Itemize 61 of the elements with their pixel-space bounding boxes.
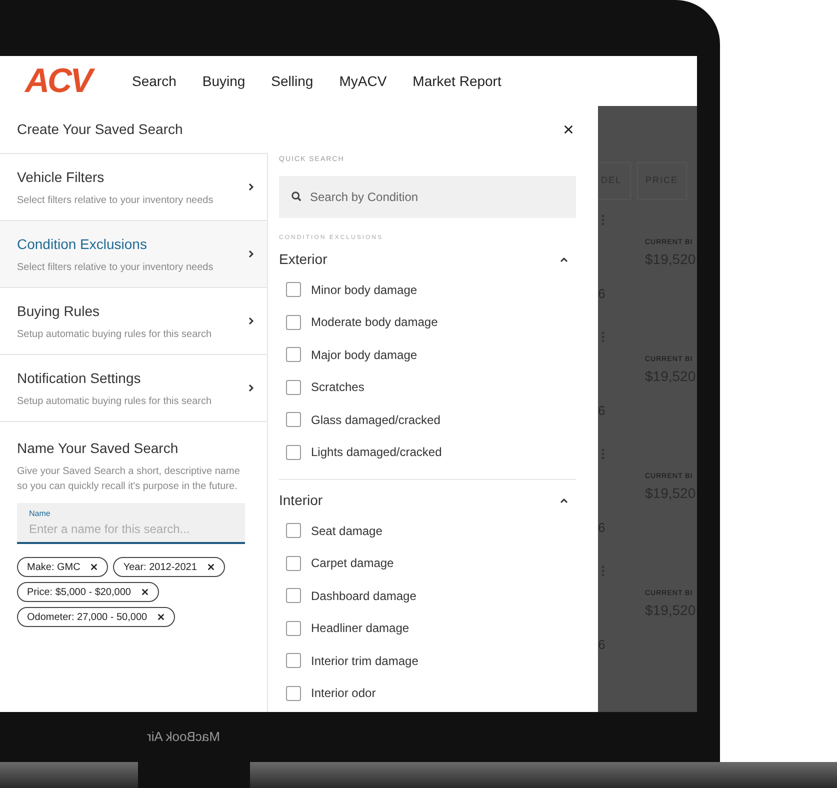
checkbox-label: Glass damaged/cracked — [311, 412, 440, 429]
nav-link[interactable]: Selling — [271, 70, 314, 92]
checkbox[interactable] — [286, 282, 301, 298]
group-header[interactable]: Interior — [279, 490, 576, 510]
filter-chip[interactable]: Year: 2012-2021 — [113, 557, 225, 577]
remove-icon[interactable] — [206, 563, 215, 571]
search-field[interactable]: Search by Condition — [279, 176, 576, 218]
step-title: Vehicle Filters — [17, 168, 106, 186]
checkbox-label: Seat damage — [311, 522, 382, 540]
checkbox[interactable] — [286, 653, 301, 668]
search-icon — [291, 190, 302, 202]
close-icon — [563, 124, 574, 135]
checkbox[interactable] — [286, 588, 301, 604]
checkbox-label: Minor body damage — [311, 282, 418, 299]
step-title: Condition Exclusions — [17, 234, 148, 254]
checkbox-label: Carpet damage — [311, 555, 394, 572]
remove-icon[interactable] — [157, 613, 166, 621]
nav-link[interactable]: Market Report — [412, 70, 502, 92]
checkbox[interactable] — [286, 556, 301, 571]
checkbox[interactable] — [286, 523, 301, 538]
checkbox[interactable] — [286, 686, 301, 701]
chip-label: Make: GMC — [27, 560, 80, 574]
remove-icon[interactable] — [140, 588, 149, 596]
acv-logo[interactable]: ACV — [25, 64, 105, 98]
checkbox[interactable] — [286, 444, 301, 460]
section-description: Give your Saved Search a short, descriptive name so you can quickly recall it's purpose in the future. — [17, 465, 241, 494]
nav-link[interactable]: Search — [132, 70, 176, 92]
remove-icon[interactable] — [90, 563, 98, 571]
chip-label: Odometer: 27,000 - 50,000 — [27, 610, 148, 624]
checkbox[interactable] — [286, 380, 301, 395]
device-label: MacBook Air — [147, 728, 220, 746]
checkbox-label: Dashboard damage — [311, 588, 416, 605]
checkbox-label: Scratches — [311, 379, 364, 396]
checkbox-label: Lights damaged/cracked — [311, 444, 442, 462]
filter-chip[interactable]: Make: GMC — [17, 557, 108, 577]
step-subtitle: Setup automatic buying rules for this search — [17, 328, 212, 342]
step-subtitle: Select filters relative to your inventory needs — [17, 194, 214, 208]
field-label: Name — [29, 509, 50, 519]
checkbox-label: Headliner damage — [311, 620, 410, 638]
group-header[interactable]: Exterior — [279, 250, 576, 270]
checkbox[interactable] — [286, 412, 301, 428]
chip-label: Price: $5,000 - $20,000 — [27, 586, 131, 600]
chip-label: Year: 2012-2021 — [123, 560, 197, 574]
step-subtitle: Setup automatic buying rules for this search — [17, 394, 212, 408]
step-subtitle: Select filters relative to your inventory needs — [17, 260, 214, 274]
nav-link[interactable]: Buying — [202, 70, 246, 92]
section-title: Name Your Saved Search — [17, 439, 180, 458]
filter-chip[interactable]: Odometer: 27,000 - 50,000 — [17, 607, 176, 627]
step-title: Notification Settings — [17, 368, 142, 388]
checkbox[interactable] — [286, 620, 301, 636]
drawer-title: Create Your Saved Search — [17, 120, 183, 139]
checkbox-label: Interior trim damage — [311, 652, 418, 670]
checkbox[interactable] — [286, 347, 301, 362]
checkbox[interactable] — [286, 314, 301, 330]
nav-link[interactable]: MyACV — [339, 70, 387, 92]
filter-chip[interactable]: Price: $5,000 - $20,000 — [17, 582, 159, 602]
step-title: Buying Rules — [17, 302, 100, 321]
checkbox-label: Moderate body damage — [311, 314, 438, 332]
checkbox-label: Major body damage — [311, 346, 418, 364]
step-item[interactable]: Condition Exclusions Select filters relative to your inventory needs — [0, 221, 267, 288]
checkbox-label: Interior odor — [311, 685, 376, 702]
